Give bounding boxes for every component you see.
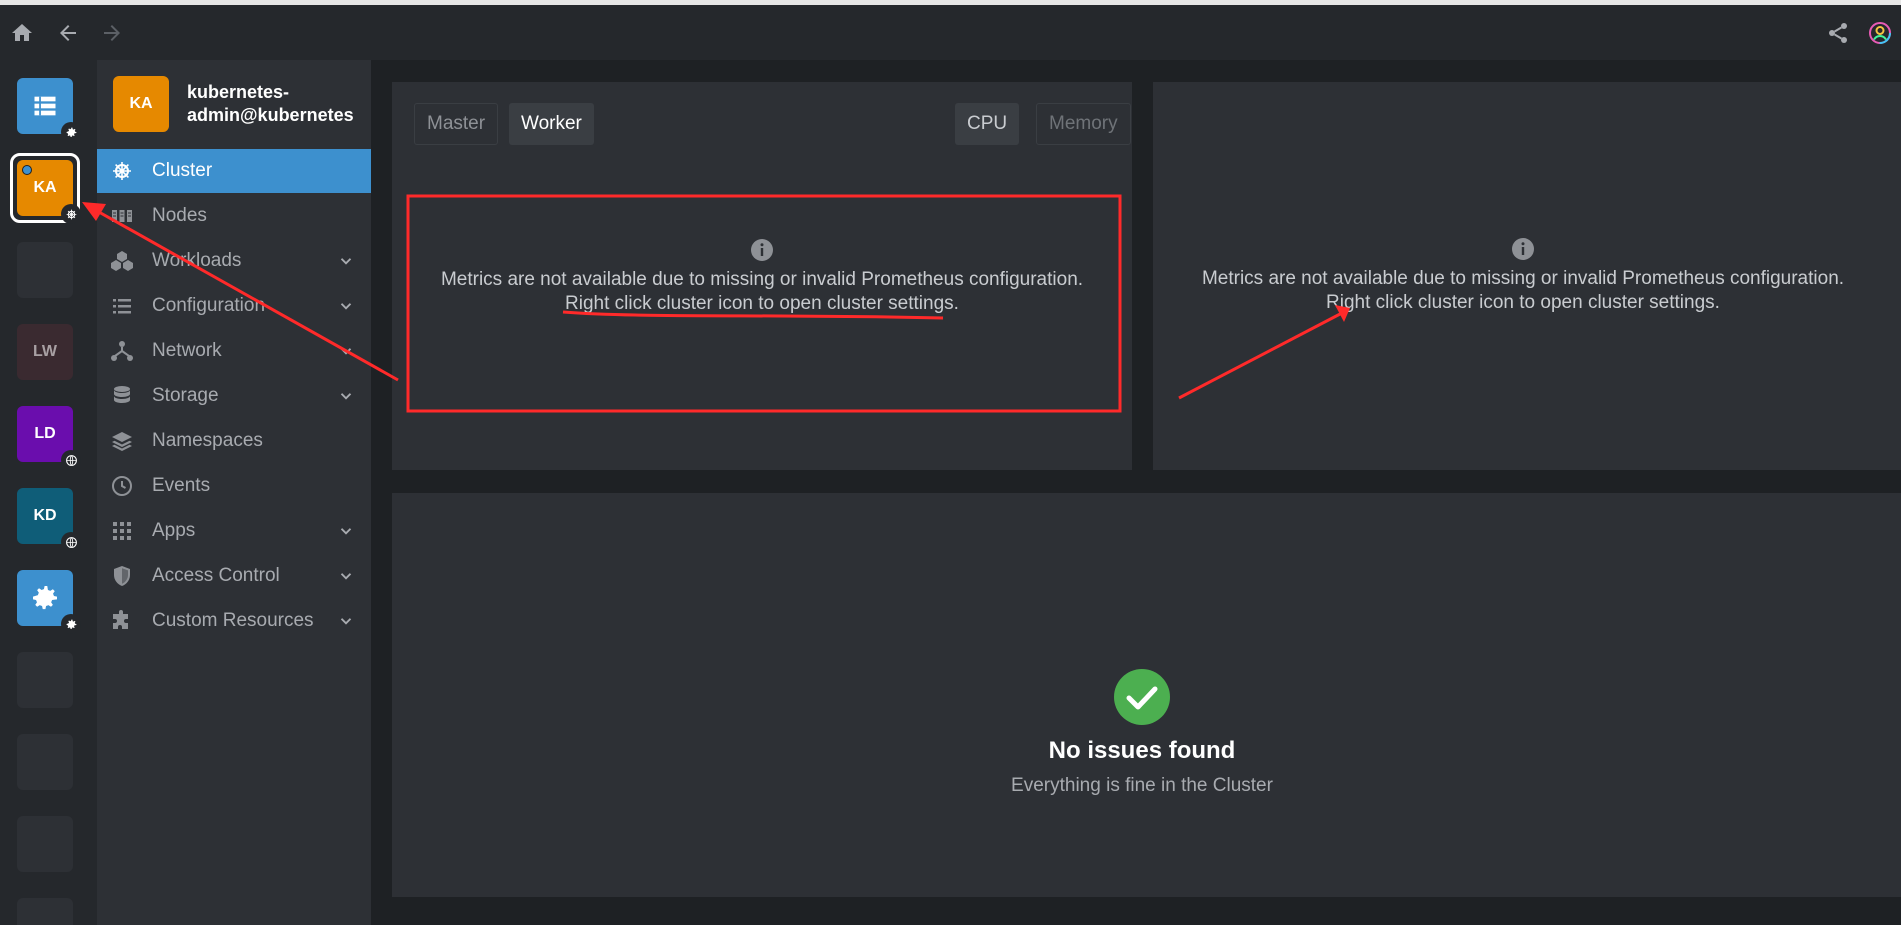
sidebar-item-cluster[interactable]: Cluster (97, 149, 371, 193)
hotbar-cluster-lw[interactable]: LW (17, 324, 73, 380)
sidebar-item-custom-resources[interactable]: Custom Resources (97, 599, 371, 643)
chevron-down-icon (340, 258, 352, 265)
hotbar-cluster-ld[interactable]: LD (17, 406, 81, 470)
chevron-down-icon (340, 573, 352, 580)
network-icon (109, 338, 135, 364)
chevron-down-icon (340, 348, 352, 355)
sidebar-item-label: Configuration (152, 295, 266, 316)
sidebar-item-namespaces[interactable]: Namespaces (97, 419, 371, 463)
hotbar-empty-slot[interactable] (17, 734, 73, 790)
info-icon (751, 239, 773, 261)
user-circle-icon[interactable] (1864, 17, 1896, 49)
layers-icon (109, 428, 135, 454)
hotbar-empty-slot[interactable] (17, 816, 73, 872)
share-icon[interactable] (1822, 17, 1854, 49)
globe-icon (61, 450, 81, 470)
tab-memory[interactable]: Memory (1036, 103, 1131, 145)
metrics-message-line2: Right click cluster icon to open cluster… (565, 293, 959, 314)
cluster-name: kubernetes-admin@kubernetes (187, 82, 354, 125)
arrow-right-icon[interactable] (96, 17, 128, 49)
issues-status: No issues found Everything is fine in th… (392, 669, 1892, 797)
hotbar-empty-slot[interactable] (17, 898, 73, 925)
sidebar-item-label: Cluster (152, 160, 213, 181)
metrics-panel: Master Worker CPU Memory Metrics are not… (392, 82, 1132, 470)
chevron-down-icon (340, 303, 352, 310)
tab-cpu[interactable]: CPU (955, 103, 1020, 145)
sidebar-item-nodes[interactable]: Nodes (97, 194, 371, 238)
hotbar-cluster-ld-label: LD (34, 425, 56, 442)
metrics-message-line1: Metrics are not available due to missing… (1201, 268, 1845, 289)
check-circle-icon (1114, 669, 1170, 725)
chevron-down-icon (340, 618, 352, 625)
metrics-panel-right: Metrics are not available due to missing… (1153, 82, 1901, 470)
sidebar-item-label: Workloads (152, 250, 242, 271)
issues-subtitle: Everything is fine in the Cluster (1011, 775, 1273, 796)
gear-icon (61, 614, 81, 634)
sidebar-item-label: Namespaces (152, 430, 263, 451)
metrics-message-line2: Right click cluster icon to open cluster… (1326, 292, 1720, 313)
sidebar-item-apps[interactable]: Apps (97, 509, 371, 553)
sidebar: KA kubernetes-admin@kubernetes Cluster N… (97, 60, 371, 925)
chevron-down-icon (340, 393, 352, 400)
hotbar-empty-slot[interactable] (17, 242, 73, 298)
sidebar-item-label: Nodes (152, 205, 207, 226)
sidebar-item-access-control[interactable]: Access Control (97, 554, 371, 598)
metrics-unavailable-message: Metrics are not available due to missing… (392, 238, 1132, 316)
shield-icon (109, 563, 135, 589)
globe-icon (61, 532, 81, 552)
puzzle-icon (109, 608, 135, 634)
issues-title: No issues found (1048, 737, 1236, 764)
sidebar-item-label: Apps (152, 520, 196, 541)
sidebar-item-label: Events (152, 475, 211, 496)
clock-icon (109, 473, 135, 499)
chevron-down-icon (340, 528, 352, 535)
info-icon (1512, 238, 1534, 260)
hotbar-settings[interactable] (17, 570, 81, 634)
hotbar-cluster-lw-label: LW (33, 343, 57, 360)
top-bar (0, 0, 1901, 60)
arrow-left-icon[interactable] (52, 17, 84, 49)
database-icon (109, 383, 135, 409)
app-window: KA LW LD KD KA kubernetes-admin@kubernet… (0, 0, 1901, 925)
sidebar-item-workloads[interactable]: Workloads (97, 239, 371, 283)
home-icon[interactable] (6, 17, 38, 49)
sidebar-item-storage[interactable]: Storage (97, 374, 371, 418)
helm-icon (61, 204, 81, 224)
gear-icon (61, 122, 81, 142)
sidebar-item-label: Access Control (152, 565, 280, 586)
hotbar-cluster-ka[interactable]: KA (17, 160, 81, 224)
hotbar-cluster-kd[interactable]: KD (17, 488, 81, 552)
settings-icon (33, 586, 57, 610)
sidebar-item-label: Custom Resources (152, 610, 314, 631)
metrics-unavailable-message: Metrics are not available due to missing… (1153, 237, 1893, 315)
grid-icon (109, 518, 135, 544)
tab-master[interactable]: Master (414, 103, 499, 145)
hotbar-catalog[interactable] (17, 78, 81, 142)
sidebar-item-events[interactable]: Events (97, 464, 371, 508)
helm-icon (109, 158, 135, 184)
nodes-icon (109, 203, 135, 229)
list-icon (109, 293, 135, 319)
sidebar-item-network[interactable]: Network (97, 329, 371, 373)
tab-worker[interactable]: Worker (509, 103, 594, 145)
hotbar-empty-slot[interactable] (17, 652, 73, 708)
status-dot (22, 165, 32, 175)
cluster-header[interactable]: KA kubernetes-admin@kubernetes (113, 76, 367, 132)
hotbar-cluster-ka-label: KA (33, 179, 57, 196)
sidebar-item-label: Network (152, 340, 222, 361)
catalog-icon (34, 96, 56, 116)
hotbar: KA LW LD KD (0, 60, 97, 925)
sidebar-item-configuration[interactable]: Configuration (97, 284, 371, 328)
main-content: Master Worker CPU Memory Metrics are not… (371, 60, 1901, 925)
sidebar-item-label: Storage (152, 385, 219, 406)
hotbar-cluster-kd-label: KD (33, 507, 57, 524)
issues-panel: No issues found Everything is fine in th… (392, 493, 1901, 897)
metrics-message-line1: Metrics are not available due to missing… (440, 269, 1084, 290)
cluster-avatar[interactable]: KA (113, 76, 169, 132)
cubes-icon (109, 248, 135, 274)
